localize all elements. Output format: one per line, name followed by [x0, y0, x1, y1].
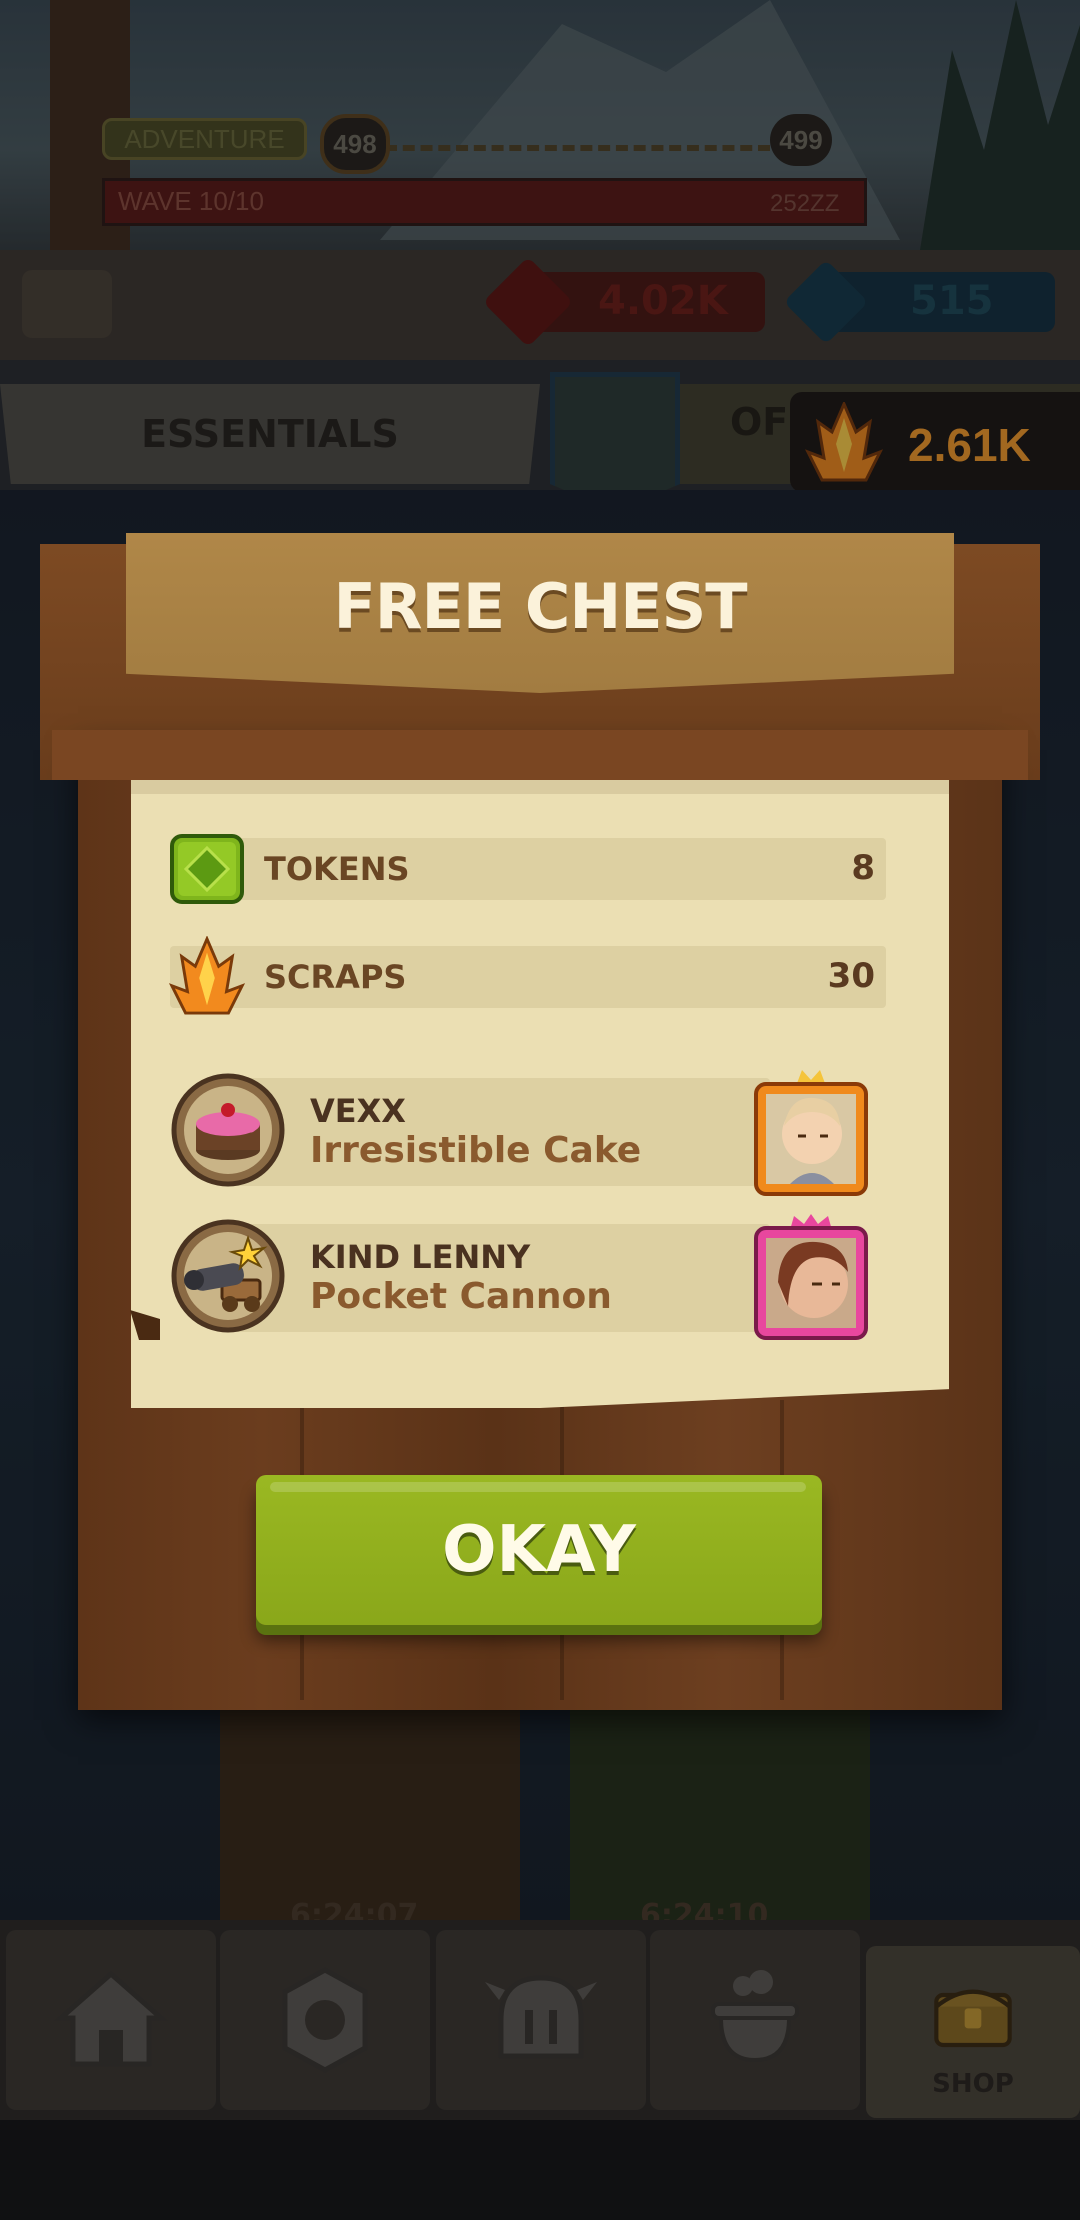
reward-value: 8: [851, 848, 875, 888]
reward-label: SCRAPS: [264, 958, 407, 996]
okay-button-highlight: [270, 1482, 806, 1492]
reward-value: 30: [827, 956, 875, 996]
modal-title: FREE CHEST: [333, 570, 747, 643]
reward-label: TOKENS: [264, 850, 410, 888]
orange-crystal-icon: [168, 936, 246, 1015]
item-name: Pocket Cannon: [310, 1276, 612, 1317]
cannon-icon: [171, 1219, 285, 1333]
modal-header-ledge: [52, 730, 1028, 780]
cake-icon: [171, 1073, 285, 1187]
item-hero-name: VEXX: [310, 1092, 406, 1130]
hero-portrait-kind-lenny: [754, 1214, 868, 1340]
okay-button[interactable]: OKAY: [256, 1475, 822, 1625]
item-name: Irresistible Cake: [310, 1130, 642, 1171]
green-token-icon: [170, 834, 244, 904]
rewards-paper-edge: [131, 780, 949, 794]
item-hero-name: KIND LENNY: [310, 1238, 531, 1276]
hero-portrait-vexx: [754, 1070, 868, 1196]
